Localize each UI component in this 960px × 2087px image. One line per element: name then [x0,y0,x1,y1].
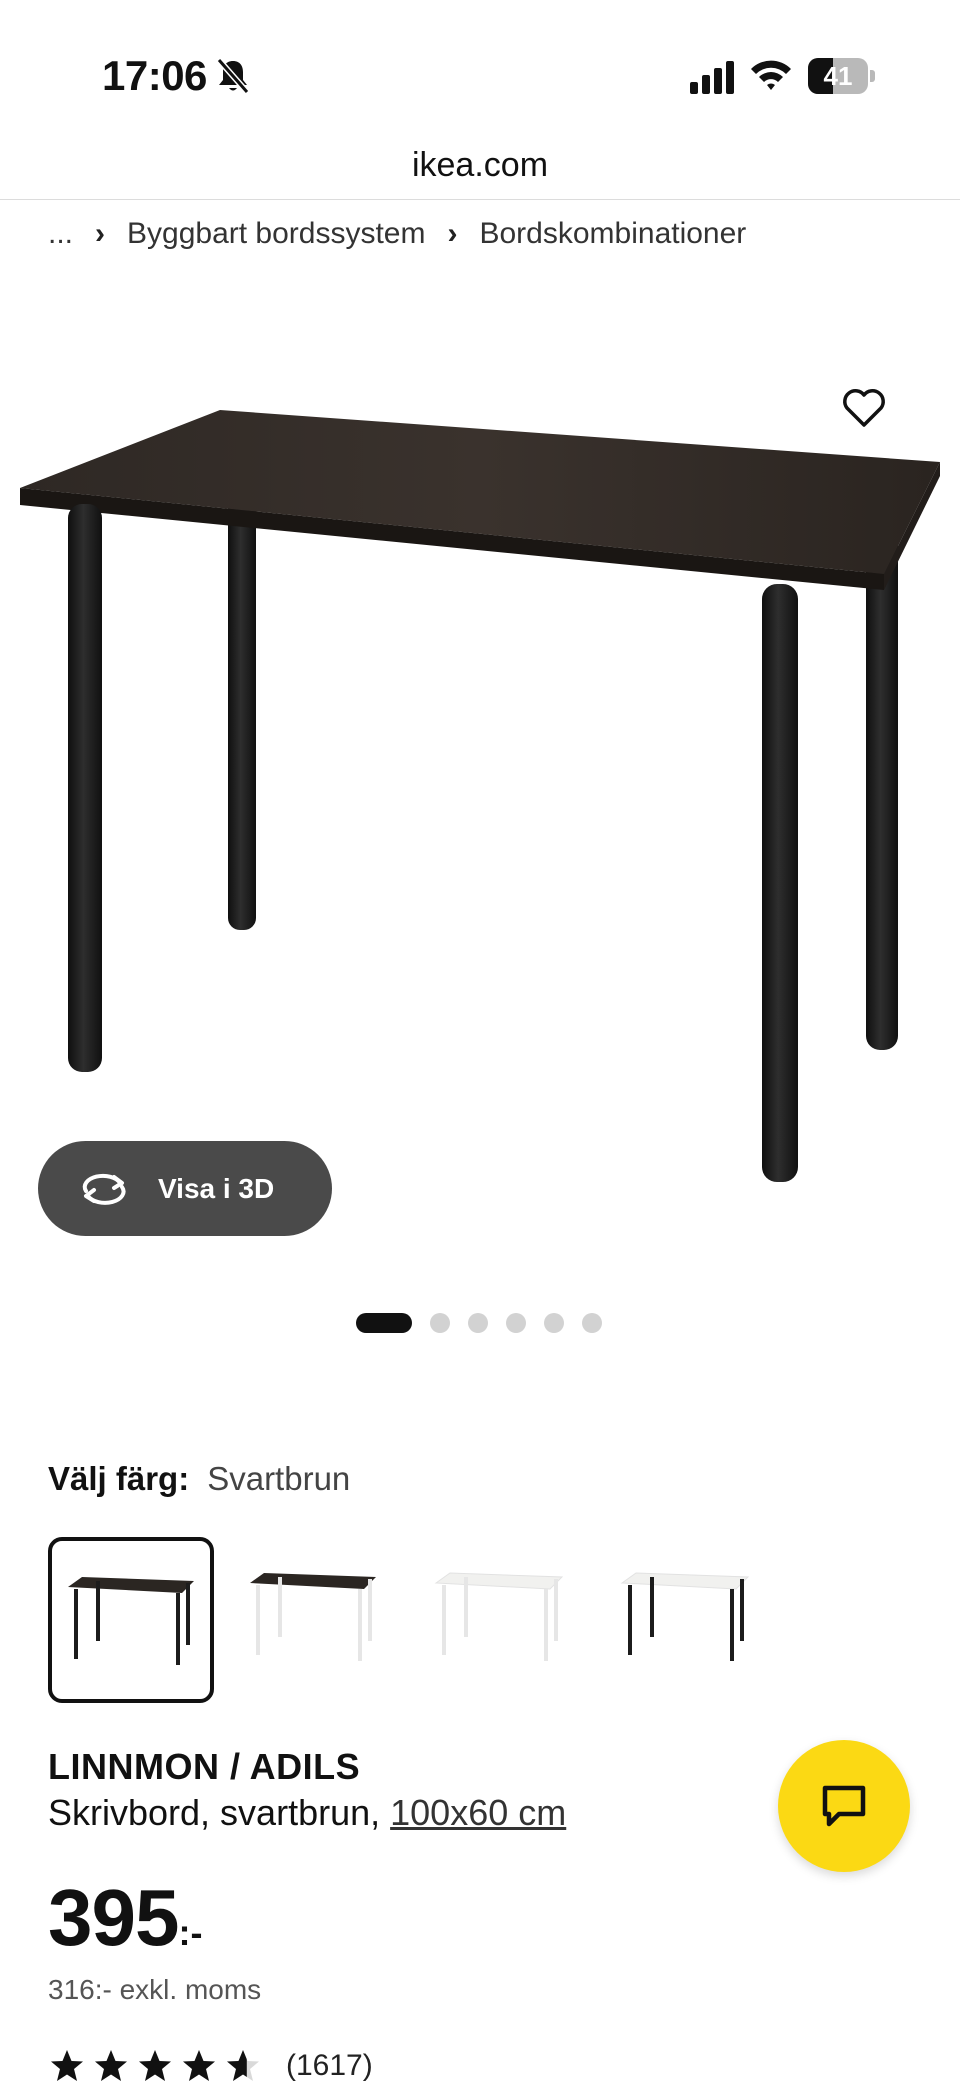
product-price: 395 :- [48,1872,202,1964]
breadcrumb-separator: › [95,217,106,250]
breadcrumb-item-byggbart-bordssystem[interactable]: Byggbart bordssystem [127,217,425,251]
desk-leg-back-left [228,490,256,930]
star-icon [139,2050,171,2081]
carousel-dot[interactable] [430,1313,450,1333]
price-value: 395 [48,1873,179,1962]
desk-leg-front-left [68,504,102,1072]
breadcrumb-separator: › [447,217,458,250]
chat-bubble-icon [822,1785,866,1827]
color-picker-label: Välj färg: [48,1460,190,1497]
view-3d-button[interactable]: Visa i 3D [38,1141,332,1236]
swatch-desk-thumbnail [434,1572,564,1661]
wifi-icon [751,60,791,90]
selected-color-value: Svartbrun [207,1460,351,1497]
status-bar: 17:06 41 [0,0,960,120]
price-excluding-vat: 316:- exkl. moms [48,1974,262,2005]
swatch-desk-thumbnail [250,1573,376,1661]
carousel-dot[interactable] [544,1313,564,1333]
color-swatch-white-white[interactable] [420,1537,586,1703]
product-description-text: Skrivbord, svartbrun, [48,1792,381,1833]
url-text[interactable]: ikea.com [0,130,960,200]
breadcrumb-item-bordskombinationer[interactable]: Bordskombinationer [479,217,746,251]
color-swatch-black-brown-white[interactable] [234,1537,400,1703]
battery-indicator: 41 [808,58,875,94]
bell-muted-icon [216,58,250,94]
breadcrumb-ellipsis[interactable]: ... [48,217,73,251]
product-rating[interactable]: (1617) [48,2048,373,2084]
battery-body: 41 [808,58,868,94]
carousel-dot[interactable] [582,1313,602,1333]
carousel-dot[interactable] [468,1313,488,1333]
swatch-desk-thumbnail [620,1572,750,1661]
status-time: 17:06 [102,52,207,99]
favorite-button[interactable] [836,380,892,436]
battery-level: 41 [823,61,853,91]
star-icon [183,2050,215,2081]
cellular-signal-icon [690,61,734,94]
price-suffix: :- [178,1912,203,1953]
color-swatch-black-brown-black[interactable] [48,1537,214,1703]
chat-button[interactable] [778,1740,910,1872]
view-3d-label: Visa i 3D [158,1172,275,1204]
image-carousel-dots [356,1312,620,1334]
color-picker-label-row: Välj färg: Svartbrun [48,1460,350,1498]
product-name: LINNMON / ADILS [48,1746,361,1787]
carousel-dot-active[interactable] [356,1313,412,1333]
rating-count[interactable]: (1617) [286,2049,373,2083]
product-description: Skrivbord, svartbrun, 100x60 cm [48,1792,566,1834]
rating-stars [48,2048,268,2084]
color-swatch-white-black[interactable] [606,1537,772,1703]
star-icon [227,2050,259,2081]
heart-icon [843,389,885,427]
product-image[interactable] [0,300,960,1280]
star-icon [95,2050,127,2081]
rotate-3d-icon [82,1173,126,1205]
address-bar[interactable]: ikea.com [0,130,960,200]
carousel-dot[interactable] [506,1313,526,1333]
star-icon [51,2050,83,2081]
swatch-desk-thumbnail [68,1577,194,1665]
desk-leg-front-right [762,584,798,1182]
product-size-link[interactable]: 100x60 cm [390,1792,566,1834]
breadcrumb: ... › Byggbart bordssystem › Bordskombin… [48,212,746,256]
battery-cap [870,70,875,82]
